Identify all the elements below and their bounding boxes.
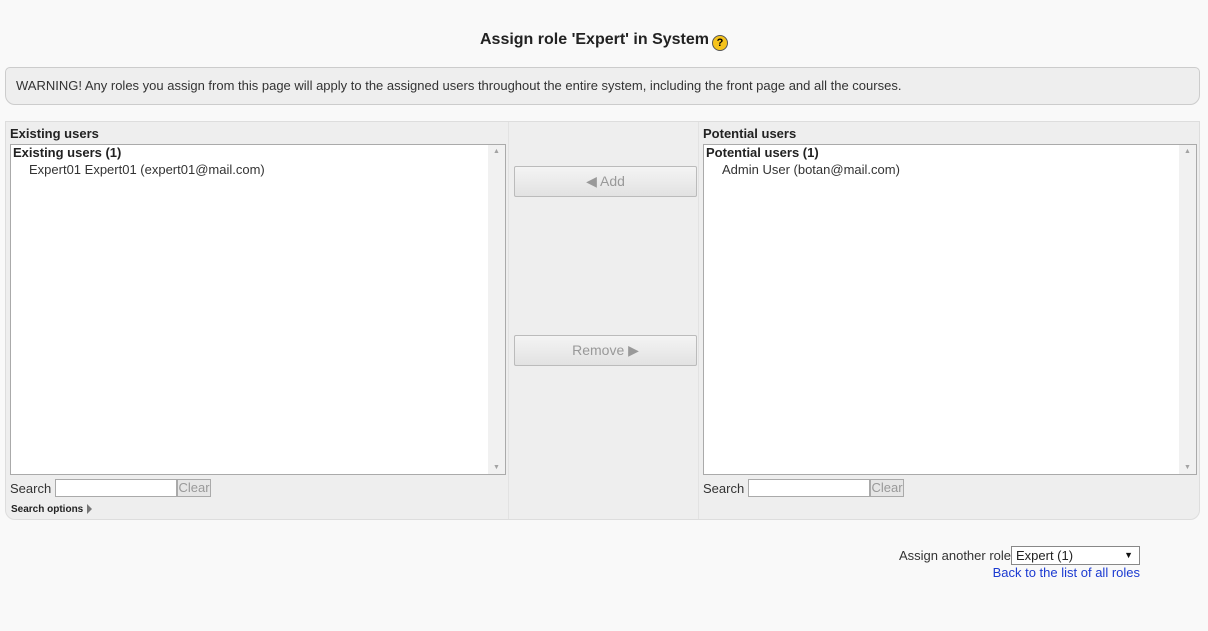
scroll-down-icon[interactable]: ▼ <box>1179 464 1196 471</box>
existing-users-label: Existing users <box>10 126 99 141</box>
expand-arrow-icon <box>87 504 93 514</box>
existing-users-group: Existing users (1) <box>13 145 122 160</box>
warning-text: WARNING! Any roles you assign from this … <box>16 78 902 93</box>
role-select[interactable]: Expert (1) ▼ <box>1011 546 1140 565</box>
potential-users-group: Potential users (1) <box>706 145 819 160</box>
scroll-down-icon[interactable]: ▼ <box>488 464 505 471</box>
role-assign-selector: Existing users Existing users (1) Expert… <box>5 121 1200 520</box>
remove-button[interactable]: Remove ▶ <box>514 335 697 366</box>
existing-users-column: Existing users Existing users (1) Expert… <box>6 122 508 519</box>
potential-users-scrollbar[interactable]: ▲ ▼ <box>1179 145 1196 474</box>
potential-search-label: Search <box>703 481 745 496</box>
existing-search-input[interactable] <box>55 479 177 497</box>
existing-search-label: Search <box>10 481 52 496</box>
potential-user-option[interactable]: Admin User (botan@mail.com) <box>722 162 900 178</box>
potential-users-label: Potential users <box>703 126 797 141</box>
existing-users-scrollbar[interactable]: ▲ ▼ <box>488 145 505 474</box>
scroll-up-icon[interactable]: ▲ <box>1179 148 1196 155</box>
existing-users-listbox[interactable]: Existing users (1) Expert01 Expert01 (ex… <box>10 144 506 475</box>
page-title-text: Assign role 'Expert' in System <box>479 31 709 48</box>
scroll-up-icon[interactable]: ▲ <box>488 148 505 155</box>
search-options-label: Search options <box>11 504 84 515</box>
potential-clear-button[interactable]: Clear <box>870 479 904 497</box>
role-select-value: Expert (1) <box>1016 548 1074 563</box>
potential-users-column: Potential users Potential users (1) Admi… <box>699 122 1199 519</box>
potential-search-row: Search Clear <box>703 479 913 499</box>
existing-user-option[interactable]: Expert01 Expert01 (expert01@mail.com) <box>29 162 265 178</box>
dropdown-arrow-icon: ▼ <box>1124 550 1133 560</box>
search-options-toggle[interactable]: Search options <box>11 504 93 515</box>
potential-search-input[interactable] <box>748 479 870 497</box>
assign-another-role-label: Assign another role <box>899 548 1012 563</box>
action-buttons-column: ◀ Add Remove ▶ <box>508 122 699 519</box>
warning-box: WARNING! Any roles you assign from this … <box>5 67 1200 105</box>
help-icon[interactable]: ? <box>712 35 728 51</box>
page-title: Assign role 'Expert' in System? <box>0 31 1208 51</box>
potential-users-listbox[interactable]: Potential users (1) Admin User (botan@ma… <box>703 144 1197 475</box>
add-button[interactable]: ◀ Add <box>514 166 697 197</box>
back-to-roles-link[interactable]: Back to the list of all roles <box>993 565 1140 580</box>
existing-search-row: Search Clear <box>10 479 220 499</box>
existing-clear-button[interactable]: Clear <box>177 479 211 497</box>
